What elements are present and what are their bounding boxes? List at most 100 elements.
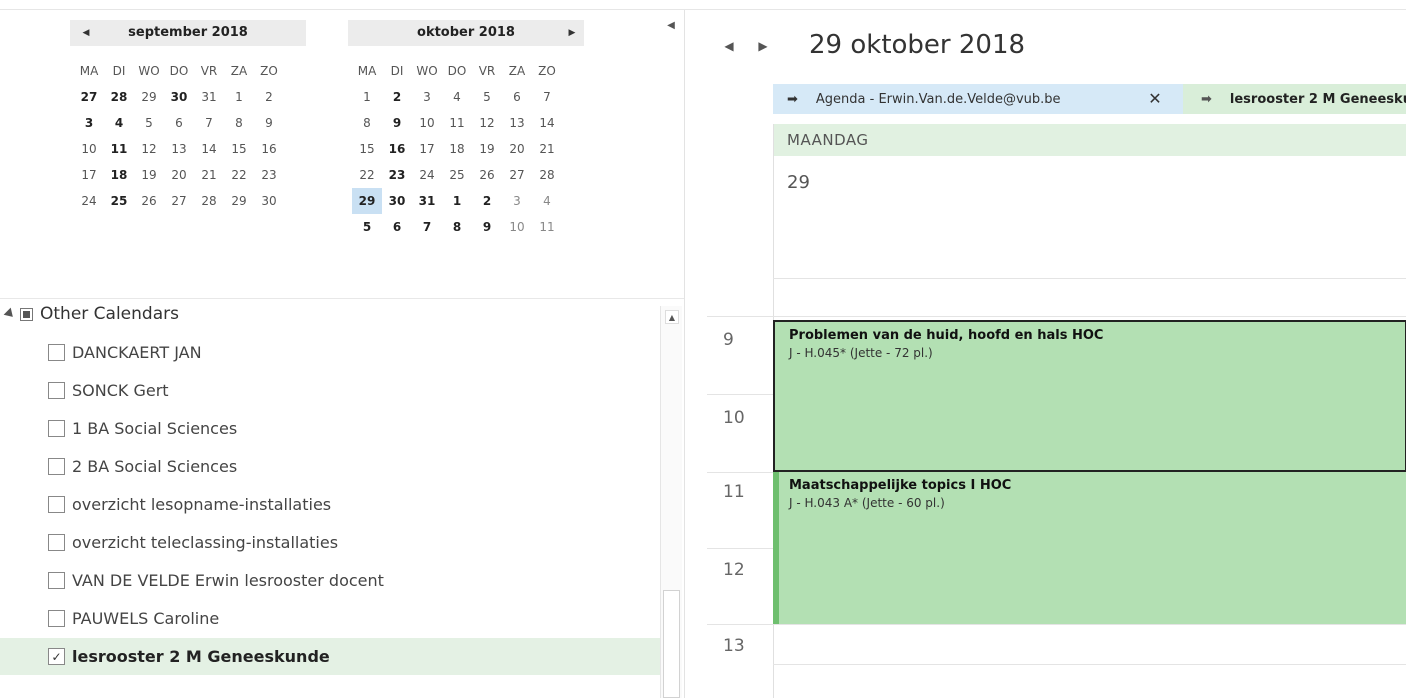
day-cell[interactable]: 28 xyxy=(532,162,562,188)
day-cell[interactable]: 29 xyxy=(134,84,164,110)
day-cell[interactable]: 21 xyxy=(532,136,562,162)
day-cell[interactable]: 6 xyxy=(502,84,532,110)
day-cell[interactable]: 14 xyxy=(194,136,224,162)
day-cell[interactable]: 17 xyxy=(412,136,442,162)
day-cell[interactable]: 16 xyxy=(254,136,284,162)
day-cell[interactable]: 23 xyxy=(382,162,412,188)
day-cell[interactable]: 13 xyxy=(164,136,194,162)
day-cell[interactable]: 20 xyxy=(164,162,194,188)
selected-day-cell[interactable]: 29 xyxy=(352,188,382,214)
day-cell[interactable]: 18 xyxy=(442,136,472,162)
day-cell[interactable]: 10 xyxy=(502,214,532,240)
day-cell[interactable]: 6 xyxy=(382,214,412,240)
day-cell[interactable]: 5 xyxy=(352,214,382,240)
day-cell[interactable]: 19 xyxy=(472,136,502,162)
day-cell[interactable]: 3 xyxy=(412,84,442,110)
day-cell[interactable]: 11 xyxy=(532,214,562,240)
day-cell[interactable]: 30 xyxy=(164,84,194,110)
day-cell[interactable]: 27 xyxy=(164,188,194,214)
event-problemen-huid[interactable]: Problemen van de huid, hoofd en hals HOC… xyxy=(773,320,1406,472)
day-cell[interactable]: 23 xyxy=(254,162,284,188)
day-cell[interactable]: 30 xyxy=(254,188,284,214)
day-cell[interactable]: 21 xyxy=(194,162,224,188)
calendar-list-scrollbar[interactable]: ▲ xyxy=(660,306,682,698)
day-cell[interactable]: 9 xyxy=(472,214,502,240)
day-cell[interactable]: 4 xyxy=(532,188,562,214)
day-cell[interactable]: 10 xyxy=(412,110,442,136)
day-cell[interactable]: 28 xyxy=(104,84,134,110)
day-cell[interactable]: 18 xyxy=(104,162,134,188)
day-cell[interactable]: 13 xyxy=(502,110,532,136)
day-cell[interactable]: 26 xyxy=(134,188,164,214)
day-cell[interactable]: 4 xyxy=(442,84,472,110)
calendar-item[interactable]: PAUWELS Caroline xyxy=(0,600,660,637)
day-cell[interactable]: 20 xyxy=(502,136,532,162)
day-cell[interactable]: 8 xyxy=(442,214,472,240)
collapse-pane-icon[interactable]: ◀ xyxy=(664,20,678,38)
calendar-item[interactable]: VAN DE VELDE Erwin lesrooster docent xyxy=(0,562,660,599)
day-cell[interactable]: 19 xyxy=(134,162,164,188)
day-cell[interactable]: 8 xyxy=(224,110,254,136)
group-checkbox[interactable] xyxy=(20,307,33,321)
day-cell[interactable]: 7 xyxy=(532,84,562,110)
scroll-thumb[interactable] xyxy=(663,590,680,698)
next-month-icon[interactable]: ▶ xyxy=(562,20,582,46)
calendar-item[interactable]: ✓ lesrooster 2 M Geneeskunde xyxy=(0,638,660,675)
calendar-item[interactable]: SONCK Gert xyxy=(0,372,660,409)
day-cell[interactable]: 28 xyxy=(194,188,224,214)
day-cell[interactable]: 14 xyxy=(532,110,562,136)
day-cell[interactable]: 4 xyxy=(104,110,134,136)
day-cell[interactable]: 8 xyxy=(352,110,382,136)
checkbox[interactable] xyxy=(48,610,65,627)
day-cell[interactable]: 5 xyxy=(472,84,502,110)
day-cell[interactable]: 3 xyxy=(502,188,532,214)
day-cell[interactable]: 2 xyxy=(254,84,284,110)
close-icon[interactable]: ✕ xyxy=(1146,84,1164,114)
expand-triangle-icon[interactable] xyxy=(3,307,17,321)
day-cell[interactable]: 1 xyxy=(352,84,382,110)
checkbox[interactable] xyxy=(48,458,65,475)
checkbox[interactable] xyxy=(48,572,65,589)
tab-agenda[interactable]: ➡ Agenda - Erwin.Van.de.Velde@vub.be ✕ xyxy=(773,84,1183,114)
tab-lesrooster[interactable]: ➡ lesrooster 2 M Geneeskunde xyxy=(1183,84,1406,114)
day-cell[interactable]: 25 xyxy=(442,162,472,188)
prev-month-icon[interactable]: ◀ xyxy=(76,20,96,46)
checkbox[interactable] xyxy=(48,344,65,361)
checkbox-checked[interactable]: ✓ xyxy=(48,648,65,665)
day-cell[interactable]: 11 xyxy=(104,136,134,162)
day-cell[interactable]: 27 xyxy=(502,162,532,188)
day-cell[interactable]: 5 xyxy=(134,110,164,136)
prev-day-icon[interactable]: ◀ xyxy=(721,36,737,56)
day-cell[interactable]: 30 xyxy=(382,188,412,214)
checkbox[interactable] xyxy=(48,382,65,399)
day-cell[interactable]: 6 xyxy=(164,110,194,136)
day-cell[interactable]: 7 xyxy=(194,110,224,136)
day-cell[interactable]: 1 xyxy=(224,84,254,110)
day-cell[interactable]: 1 xyxy=(442,188,472,214)
day-cell[interactable]: 9 xyxy=(254,110,284,136)
day-cell[interactable]: 22 xyxy=(352,162,382,188)
day-cell[interactable]: 15 xyxy=(224,136,254,162)
calendar-item[interactable]: DANCKAERT JAN xyxy=(0,334,660,371)
day-cell[interactable]: 15 xyxy=(352,136,382,162)
day-cell[interactable]: 2 xyxy=(472,188,502,214)
day-cell[interactable]: 9 xyxy=(382,110,412,136)
day-cell[interactable]: 24 xyxy=(74,188,104,214)
day-cell[interactable]: 25 xyxy=(104,188,134,214)
day-cell[interactable]: 10 xyxy=(74,136,104,162)
checkbox[interactable] xyxy=(48,534,65,551)
day-cell[interactable]: 29 xyxy=(224,188,254,214)
day-cell[interactable]: 3 xyxy=(74,110,104,136)
day-cell[interactable]: 27 xyxy=(74,84,104,110)
calendar-item[interactable]: overzicht lesopname-installaties xyxy=(0,486,660,523)
checkbox[interactable] xyxy=(48,420,65,437)
calendar-item[interactable]: 1 BA Social Sciences xyxy=(0,410,660,447)
other-calendars-header[interactable]: Other Calendars xyxy=(3,302,179,326)
day-cell[interactable]: 31 xyxy=(412,188,442,214)
calendar-item[interactable]: overzicht teleclassing-installaties xyxy=(0,524,660,561)
day-cell[interactable]: 22 xyxy=(224,162,254,188)
checkbox[interactable] xyxy=(48,496,65,513)
day-cell[interactable]: 12 xyxy=(472,110,502,136)
day-cell[interactable]: 24 xyxy=(412,162,442,188)
day-cell[interactable]: 17 xyxy=(74,162,104,188)
